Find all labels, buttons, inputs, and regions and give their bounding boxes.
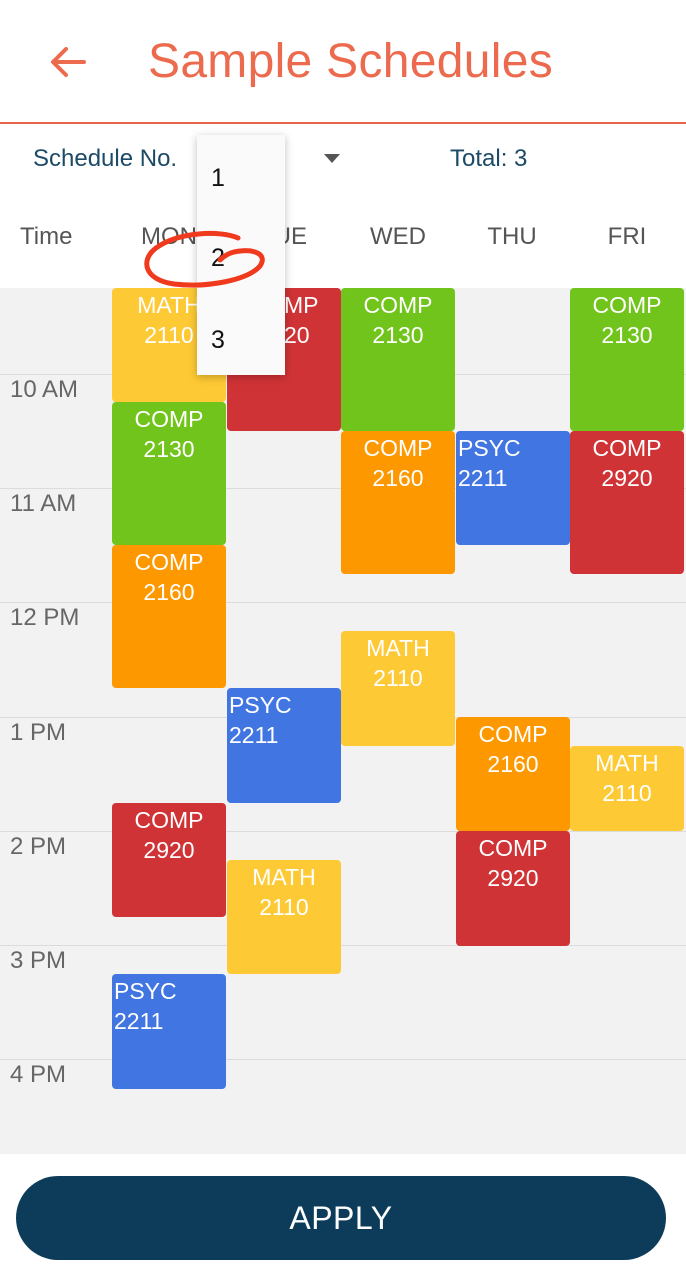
course-block[interactable]: MATH 2110: [570, 745, 684, 832]
hour-divider: [0, 945, 686, 946]
day-header-fri: FRI: [607, 223, 647, 250]
day-header-wed: WED: [370, 223, 426, 250]
course-block[interactable]: PSYC 2211: [456, 431, 570, 546]
time-label: 10 AM: [10, 376, 79, 403]
course-block[interactable]: COMP 2130: [341, 288, 455, 431]
hour-divider: [0, 602, 686, 603]
hour-divider: [0, 831, 686, 832]
course-block[interactable]: COMP2920: [112, 802, 226, 918]
time-label: 4 PM: [10, 1061, 67, 1088]
total-count: Total: 3: [450, 145, 528, 172]
back-button[interactable]: [44, 38, 92, 86]
dropdown-option-1[interactable]: 1: [211, 163, 225, 193]
schedule-number-label: Schedule No.: [33, 145, 178, 172]
course-block[interactable]: COMP2920: [456, 831, 570, 946]
day-header-thu: THU: [487, 223, 537, 250]
hour-divider: [0, 1059, 686, 1060]
course-block[interactable]: PSYC 2211: [227, 688, 341, 803]
course-block[interactable]: COMP2920: [570, 431, 684, 574]
time-label: 11 AM: [10, 490, 77, 517]
chevron-down-icon[interactable]: [324, 154, 340, 163]
course-block[interactable]: COMP 2130: [570, 288, 684, 431]
schedule-controls: Schedule No. Total: 3 Time MON TUE WED T…: [0, 124, 686, 288]
course-block[interactable]: COMP 2160: [341, 431, 455, 574]
arrow-left-icon: [51, 47, 86, 77]
course-block[interactable]: COMP 2160: [456, 717, 570, 832]
red-circle-annotation: [144, 230, 265, 288]
dropdown-option-3[interactable]: 3: [211, 325, 225, 355]
course-block[interactable]: MATH 2110: [341, 631, 455, 746]
app-bar: Sample Schedules: [0, 0, 686, 124]
course-block[interactable]: PSYC 2211: [112, 974, 226, 1089]
page-title: Sample Schedules: [148, 35, 554, 88]
course-block[interactable]: COMP 2130: [112, 402, 226, 546]
course-block[interactable]: MATH 2110: [227, 860, 341, 975]
time-label: 2 PM: [10, 833, 67, 860]
time-label: 12 PM: [10, 604, 80, 631]
schedule-grid: 10 AM 11 AM 12 PM 1 PM 2 PM 3 PM 4 PM MA…: [0, 288, 686, 1154]
time-label: 3 PM: [10, 947, 67, 974]
time-label: 1 PM: [10, 719, 67, 746]
time-column-header: Time: [20, 223, 73, 250]
bottom-bar: APPLY: [0, 1154, 686, 1280]
apply-button[interactable]: APPLY: [16, 1176, 666, 1260]
course-block[interactable]: COMP 2160: [112, 545, 226, 689]
